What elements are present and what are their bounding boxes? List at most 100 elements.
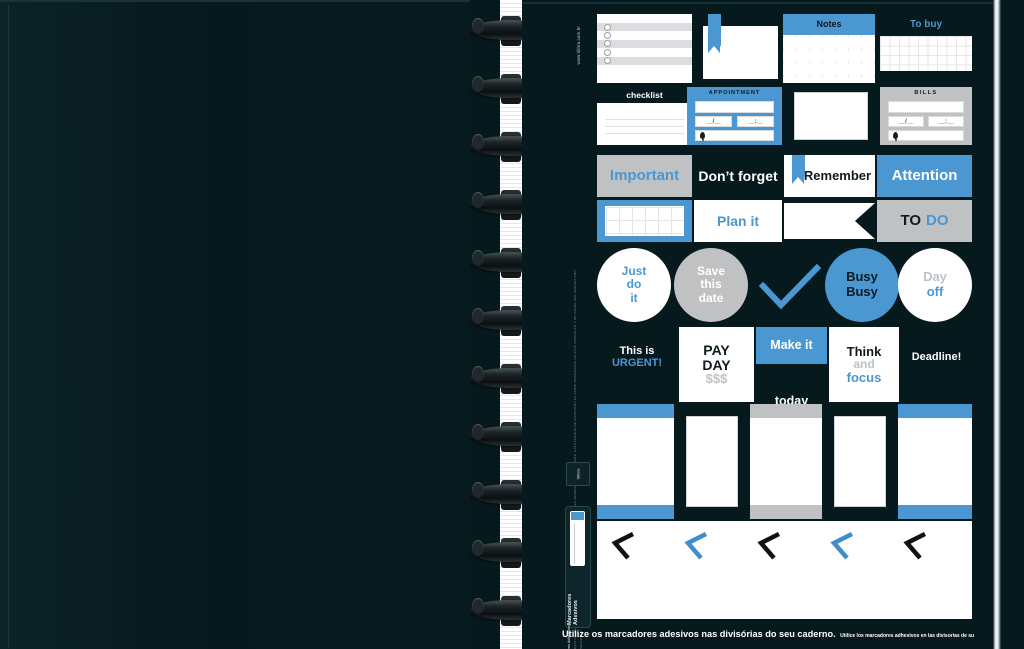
appointment-place-field[interactable] bbox=[695, 130, 774, 142]
notes-card-header: Notes bbox=[783, 14, 875, 35]
page-markers-sheet[interactable] bbox=[597, 521, 972, 619]
checkmark-icon bbox=[758, 263, 822, 310]
checklist-card[interactable] bbox=[597, 14, 692, 83]
bills-time-field[interactable]: __:__ bbox=[928, 116, 964, 127]
blank-frame-card[interactable] bbox=[787, 87, 875, 145]
note-card-dark-frame[interactable] bbox=[676, 404, 748, 519]
note-card-inner bbox=[685, 415, 739, 508]
deadline-sticker[interactable]: Deadline! bbox=[901, 327, 972, 389]
day-off-circle[interactable]: Day off bbox=[898, 248, 972, 322]
grid-sticker[interactable] bbox=[597, 200, 692, 242]
just-do-it-circle[interactable]: Just do it bbox=[597, 248, 671, 322]
checklist-row[interactable] bbox=[597, 48, 692, 56]
spiral-ring-tip-left bbox=[472, 482, 484, 498]
dont-forget-label: Don’t forget bbox=[698, 167, 778, 184]
page-marker-arrow-5[interactable] bbox=[903, 531, 929, 565]
attention-label: Attention bbox=[891, 167, 958, 185]
spiral-ring-tip-left bbox=[472, 134, 484, 150]
brand-logo-badge: tilibra bbox=[566, 462, 590, 486]
checkbox-circle-icon[interactable] bbox=[604, 23, 611, 31]
page-edge-seam bbox=[993, 0, 1001, 649]
bills-label: BILLS bbox=[914, 89, 938, 96]
remember-sticker[interactable]: Remember bbox=[784, 155, 875, 197]
just-do-it-label: Just do it bbox=[621, 263, 647, 305]
note-card-blue-bands-2[interactable] bbox=[898, 404, 972, 519]
bills-title-field[interactable] bbox=[888, 101, 964, 113]
save-this-date-circle[interactable]: Save this date bbox=[674, 248, 748, 322]
checkbox-circle-icon[interactable] bbox=[604, 48, 611, 56]
page-marker-arrow-2[interactable] bbox=[684, 531, 710, 565]
page-marker-arrow-3[interactable] bbox=[757, 531, 783, 565]
this-is-urgent-label: This is URGENT! bbox=[611, 345, 663, 369]
think-and-focus-label: Think and focus bbox=[846, 343, 882, 385]
to-buy-grid bbox=[880, 36, 972, 71]
checklist-rows bbox=[597, 23, 692, 74]
dont-forget-sticker[interactable]: Don’t forget bbox=[694, 155, 782, 197]
attention-sticker[interactable]: Attention bbox=[877, 155, 972, 197]
to-buy-label: To buy bbox=[909, 18, 943, 30]
think-and-focus-sticker[interactable]: Think and focus bbox=[829, 327, 899, 402]
important-sticker[interactable]: Important bbox=[597, 155, 692, 197]
appointment-date-field[interactable]: __/__ bbox=[695, 116, 732, 127]
note-card-body bbox=[597, 418, 674, 505]
flag-shape-icon bbox=[784, 203, 875, 239]
checklist-row[interactable] bbox=[597, 23, 692, 32]
bills-date-field[interactable]: __/__ bbox=[888, 116, 924, 127]
notebook-sticker-sheet-page: www.tilibra.com.br ESTA CARTELA DE ADESI… bbox=[0, 0, 1024, 649]
notes-card[interactable]: Notes bbox=[783, 14, 875, 83]
page-marker-arrow-1[interactable] bbox=[611, 531, 637, 565]
pay-day-sticker[interactable]: PAY DAY $$$ bbox=[679, 327, 754, 402]
bills-card[interactable]: BILLS __/__ __:__ bbox=[880, 87, 972, 145]
spiral-ring-tip-left bbox=[472, 598, 484, 614]
checkbox-circle-icon[interactable] bbox=[604, 32, 611, 40]
checkbox-circle-icon[interactable] bbox=[604, 57, 611, 65]
bookmark-note-card[interactable] bbox=[698, 14, 778, 83]
plan-it-label: Plan it bbox=[716, 212, 759, 229]
marker-pen-stripe bbox=[574, 523, 575, 564]
marker-tab-title: Marcadores Adesivos bbox=[567, 593, 579, 625]
notes-card-dotgrid bbox=[783, 35, 875, 83]
note-card-header bbox=[750, 404, 822, 418]
marker-tab-labels: Marcadores Adesivos Marcadores Adhesivos bbox=[567, 569, 589, 649]
make-it-today-sticker[interactable]: Make it today bbox=[756, 327, 827, 439]
grid-sticker-grid bbox=[605, 206, 684, 236]
checklist-row[interactable] bbox=[597, 39, 692, 49]
bills-place-field[interactable] bbox=[888, 130, 964, 142]
brand-url: www.tilibra.com.br bbox=[576, 26, 581, 65]
appointment-title-field[interactable] bbox=[695, 101, 774, 113]
checkbox-circle-icon[interactable] bbox=[604, 40, 611, 48]
checklist-row[interactable] bbox=[597, 56, 692, 65]
checkmark-sticker[interactable] bbox=[755, 263, 825, 314]
deadline-label: Deadline! bbox=[911, 351, 962, 364]
checklist-lined-label: checklist bbox=[626, 89, 663, 100]
spiral-ring-tip-left bbox=[472, 18, 484, 34]
make-it-label: Make it bbox=[756, 327, 827, 364]
note-card-body bbox=[750, 418, 822, 505]
appointment-time-field[interactable]: __:__ bbox=[737, 116, 774, 127]
day-off-label: Day off bbox=[923, 269, 947, 299]
spiral-ring-tip-left bbox=[472, 366, 484, 382]
to-buy-card[interactable]: To buy bbox=[880, 14, 972, 83]
important-label: Important bbox=[609, 167, 680, 185]
this-is-urgent-sticker[interactable]: This is URGENT! bbox=[597, 327, 677, 389]
to-do-label-to: TO bbox=[900, 212, 922, 230]
plan-it-sticker[interactable]: Plan it bbox=[694, 200, 782, 242]
note-card-body bbox=[898, 418, 972, 505]
blank-flag-sticker[interactable] bbox=[784, 200, 875, 242]
appointment-card[interactable]: APPOINTMENT __/__ __:__ bbox=[687, 87, 782, 145]
location-pin-icon bbox=[700, 132, 705, 142]
note-card-dark-frame-2[interactable] bbox=[824, 404, 896, 519]
to-do-sticker[interactable]: TO DO bbox=[877, 200, 972, 242]
busy-busy-label: Busy Busy bbox=[846, 269, 878, 299]
note-card-header bbox=[898, 404, 972, 418]
bookmark-ribbon-icon bbox=[792, 155, 805, 184]
spiral-ring-tip-left bbox=[472, 308, 484, 324]
page-marker-arrow-4[interactable] bbox=[830, 531, 856, 565]
marker-tab: Marcadores Adesivos Marcadores Adhesivos bbox=[565, 506, 591, 649]
note-card-blue-bands[interactable] bbox=[597, 404, 674, 519]
checklist-row[interactable] bbox=[597, 31, 692, 40]
note-card-gray-bands[interactable] bbox=[750, 404, 822, 519]
busy-busy-circle[interactable]: Busy Busy bbox=[825, 248, 899, 322]
checklist-lined-card[interactable]: checklist bbox=[597, 87, 692, 145]
note-card-footer bbox=[597, 505, 674, 519]
